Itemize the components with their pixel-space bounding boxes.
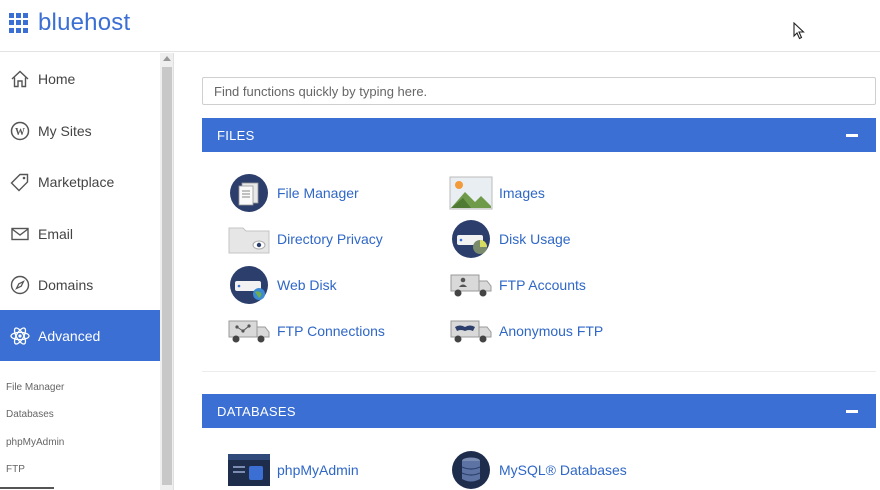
- mouse-cursor-icon: [793, 22, 805, 40]
- tool-label: File Manager: [277, 185, 359, 201]
- sidebar: Home W My Sites Marketplace Email Domain…: [0, 53, 160, 490]
- tool-label: Images: [499, 185, 545, 201]
- tool-phpmyadmin[interactable]: phpMyAdmin: [227, 450, 359, 490]
- tool-ftp-connections[interactable]: FTP Connections: [227, 311, 385, 351]
- tool-web-disk[interactable]: Web Disk: [227, 265, 337, 305]
- sidebar-item-label: Advanced: [38, 327, 101, 344]
- images-icon: [449, 173, 493, 213]
- tool-label: Web Disk: [277, 277, 337, 293]
- section-header-files[interactable]: FILES: [202, 118, 876, 152]
- tool-label: Directory Privacy: [277, 231, 383, 247]
- section-title: DATABASES: [217, 403, 296, 419]
- home-icon: [9, 68, 31, 90]
- phpmyadmin-icon: [227, 450, 271, 490]
- wordpress-icon: W: [9, 120, 31, 142]
- search-input[interactable]: [202, 77, 876, 105]
- subnav-phpmyadmin[interactable]: phpMyAdmin: [6, 437, 64, 448]
- sidebar-item-label: Domains: [38, 276, 94, 293]
- sidebar-item-label: My Sites: [38, 122, 92, 139]
- section-title: FILES: [217, 127, 255, 143]
- section-header-databases[interactable]: DATABASES: [202, 394, 876, 428]
- sidebar-item-marketplace[interactable]: Marketplace: [0, 156, 160, 207]
- tool-label: MySQL® Databases: [499, 462, 627, 478]
- sidebar-item-label: Marketplace: [38, 173, 115, 190]
- subnav-ftp[interactable]: FTP: [6, 464, 25, 475]
- grid-logo-icon: [9, 12, 30, 34]
- sidebar-item-label: Email: [38, 225, 74, 242]
- tool-directory-privacy[interactable]: Directory Privacy: [227, 219, 383, 259]
- sidebar-item-home[interactable]: Home: [0, 53, 160, 104]
- tag-icon: [9, 171, 31, 193]
- sidebar-item-label: Home: [38, 70, 76, 87]
- tool-disk-usage[interactable]: Disk Usage: [449, 219, 571, 259]
- tool-images[interactable]: Images: [449, 173, 545, 213]
- tool-label: phpMyAdmin: [277, 462, 359, 478]
- tool-ftp-accounts[interactable]: FTP Accounts: [449, 265, 586, 305]
- ftp-accounts-icon: [449, 265, 493, 305]
- section-divider: [202, 371, 876, 372]
- collapse-icon[interactable]: [846, 133, 858, 137]
- tool-anonymous-ftp[interactable]: Anonymous FTP: [449, 311, 603, 351]
- sidebar-scrollbar[interactable]: [160, 53, 174, 490]
- sidebar-item-email[interactable]: Email: [0, 208, 160, 259]
- tool-file-manager[interactable]: File Manager: [227, 173, 359, 213]
- top-header: bluehost: [0, 0, 880, 52]
- compass-icon: [9, 274, 31, 296]
- ftp-connections-icon: [227, 311, 271, 351]
- file-manager-icon: [227, 173, 271, 213]
- collapse-icon[interactable]: [846, 409, 858, 413]
- svg-text:W: W: [15, 127, 25, 138]
- scrollbar-thumb[interactable]: [162, 67, 172, 485]
- directory-privacy-icon: [227, 219, 271, 259]
- tool-label: Anonymous FTP: [499, 323, 604, 339]
- bluehost-logo[interactable]: bluehost: [9, 9, 130, 37]
- web-disk-icon: [227, 265, 271, 305]
- disk-usage-icon: [449, 219, 493, 259]
- sidebar-item-advanced[interactable]: Advanced: [0, 310, 160, 361]
- tool-label: FTP Connections: [277, 323, 385, 339]
- logo-text: bluehost: [38, 9, 131, 36]
- tool-label: FTP Accounts: [499, 277, 586, 293]
- bottom-divider: [0, 487, 54, 489]
- envelope-icon: [9, 223, 31, 245]
- subnav-file-manager[interactable]: File Manager: [6, 382, 64, 393]
- subnav-databases[interactable]: Databases: [6, 409, 54, 420]
- mysql-databases-icon: [449, 450, 493, 490]
- tool-mysql-databases[interactable]: MySQL® Databases: [449, 450, 627, 490]
- atom-icon: [9, 325, 31, 347]
- scroll-up-arrow-icon[interactable]: [163, 56, 171, 61]
- anonymous-ftp-icon: [449, 311, 493, 351]
- sidebar-item-domains[interactable]: Domains: [0, 259, 160, 310]
- sidebar-item-my-sites[interactable]: W My Sites: [0, 105, 160, 156]
- tool-label: Disk Usage: [499, 231, 571, 247]
